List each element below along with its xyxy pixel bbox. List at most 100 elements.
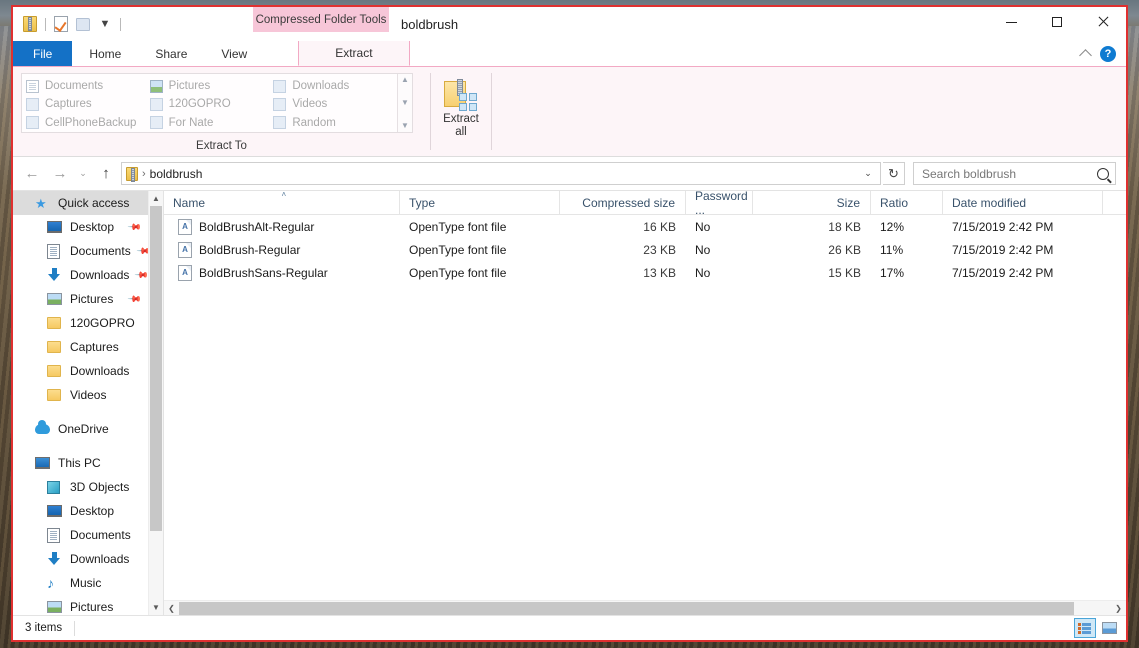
onedrive-cloud-icon [35, 420, 51, 437]
extract-to-item[interactable]: Videos [273, 95, 397, 113]
sidebar-item-this-pc[interactable]: This PC [13, 451, 148, 475]
extract-to-item-label: Captures [45, 98, 92, 111]
tab-home[interactable]: Home [72, 41, 138, 66]
view-mode-buttons [1074, 618, 1120, 638]
search-icon[interactable] [1097, 167, 1109, 180]
extract-to-gallery[interactable]: Documents Pictures Downloads Captures 120GOP… [21, 73, 413, 133]
sidebar-item-documents[interactable]: Documents [13, 523, 148, 547]
cell-password: No [695, 242, 711, 257]
up-button[interactable]: ↑ [93, 161, 119, 187]
extract-all-button[interactable]: Extract all [431, 73, 491, 139]
extract-to-item[interactable]: Documents [26, 77, 150, 95]
hscroll-right-icon[interactable]: ❯ [1111, 604, 1126, 613]
search-input[interactable] [920, 165, 1097, 182]
column-header-type[interactable]: Type [400, 191, 560, 214]
collapse-ribbon-icon[interactable] [1079, 49, 1092, 62]
maximize-button[interactable] [1034, 7, 1080, 37]
sidebar-item-120gopro[interactable]: 120GOPRO [13, 311, 148, 335]
contextual-tab-group-header: Compressed Folder Tools [253, 7, 389, 32]
hscroll-track[interactable] [179, 601, 1111, 616]
horizontal-scrollbar[interactable]: ❮ ❯ [164, 600, 1126, 615]
extract-to-item[interactable]: Pictures [149, 77, 274, 95]
sidebar-item-videos[interactable]: Videos [13, 383, 148, 407]
pin-icon[interactable]: 📌 [127, 219, 142, 235]
details-view-button[interactable] [1074, 618, 1096, 638]
cell-name: BoldBrush-Regular [164, 241, 400, 258]
column-header-compressed-size[interactable]: Compressed size [560, 191, 686, 214]
cell-ratio: 17% [880, 265, 905, 280]
pictures-icon [149, 79, 163, 93]
sidebar-item-quick-access[interactable]: ★ Quick access [13, 191, 148, 215]
nav-scroll-up-icon[interactable]: ▲ [149, 191, 163, 206]
table-row[interactable]: BoldBrushSans-Regular OpenType font file 1… [164, 261, 1126, 284]
extract-to-item[interactable]: Downloads [273, 77, 397, 95]
minimize-button[interactable] [988, 7, 1034, 37]
column-header-password-[interactable]: Password ... [686, 189, 753, 217]
help-icon[interactable]: ? [1100, 45, 1116, 62]
sidebar-item-downloads[interactable]: Downloads 📌 [13, 263, 150, 287]
refresh-button[interactable]: ↻ [883, 162, 905, 185]
sidebar-item-downloads[interactable]: Downloads [13, 547, 148, 571]
customize-dropdown-icon[interactable]: ▼ [94, 13, 116, 35]
gallery-more-icon[interactable]: ▼ [401, 122, 409, 130]
sidebar-item-3d-objects[interactable]: 3D Objects [13, 475, 148, 499]
sidebar-item-onedrive[interactable]: OneDrive [13, 417, 148, 441]
sidebar-item-desktop[interactable]: Desktop [13, 499, 148, 523]
tab-share[interactable]: Share [138, 41, 204, 66]
sidebar-item-pictures[interactable]: Pictures [13, 595, 148, 615]
tab-file[interactable]: File [13, 41, 73, 66]
close-button[interactable] [1080, 7, 1126, 37]
table-row[interactable]: BoldBrush-Regular OpenType font file 23 KB… [164, 238, 1126, 261]
folder-icon [273, 97, 287, 111]
search-box[interactable] [913, 162, 1116, 185]
tab-view[interactable]: View [204, 41, 264, 66]
sidebar-item-label: Pictures [70, 292, 114, 306]
cell-type: OpenType font file [409, 265, 507, 280]
tab-extract[interactable]: Extract [298, 41, 410, 66]
extract-to-item[interactable]: 120GOPRO [149, 95, 274, 113]
sidebar-item-pictures[interactable]: Pictures 📌 [13, 287, 148, 311]
quick-access-toolbar: ▼ [13, 7, 125, 41]
sidebar-item-downloads[interactable]: Downloads [13, 359, 148, 383]
nav-scroll-thumb[interactable] [150, 206, 162, 531]
zip-folder-icon[interactable] [19, 13, 41, 35]
hscroll-thumb[interactable] [179, 601, 1074, 615]
extract-to-item[interactable]: Random [273, 114, 397, 132]
gallery-scroll-down-icon[interactable]: ▼ [401, 99, 409, 107]
address-dropdown-icon[interactable]: ⌄ [860, 168, 876, 179]
file-name-label: BoldBrushSans-Regular [199, 265, 328, 280]
gallery-scrollbar[interactable]: ▲ ▼ ▼ [397, 74, 412, 132]
column-header-row: Name ˄ Type Compressed size Password ... Size… [164, 189, 1126, 217]
sidebar-item-documents[interactable]: Documents 📌 [13, 239, 151, 263]
extract-to-item[interactable]: For Nate [149, 114, 274, 132]
folder-icon [273, 116, 287, 130]
folder-icon [26, 97, 39, 111]
breadcrumb-current[interactable]: boldbrush [150, 167, 203, 181]
gallery-scroll-up-icon[interactable]: ▲ [401, 76, 409, 84]
new-folder-icon[interactable] [72, 13, 94, 35]
large-icons-view-button[interactable] [1098, 618, 1120, 638]
column-header-name[interactable]: Name ˄ [164, 190, 400, 214]
sidebar-item-music[interactable]: ♪ Music [13, 571, 148, 595]
table-row[interactable]: BoldBrushAlt-Regular OpenType font file 16… [164, 215, 1126, 238]
breadcrumb-separator[interactable]: › [142, 168, 146, 180]
qat-divider [45, 17, 46, 31]
navigation-scrollbar[interactable]: ▲ ▼ [148, 191, 163, 615]
properties-icon[interactable] [50, 13, 72, 35]
forward-button[interactable]: → [47, 161, 73, 187]
cell-date-modified: 7/15/2019 2:42 PM [952, 242, 1054, 257]
sidebar-item-desktop[interactable]: Desktop 📌 [13, 215, 148, 239]
pin-icon[interactable]: 📌 [127, 291, 142, 307]
column-header-date-modified[interactable]: Date modified [943, 191, 1103, 214]
extract-to-item[interactable]: Captures [26, 95, 150, 113]
column-header-size[interactable]: Size [753, 191, 871, 214]
extract-to-item[interactable]: CellPhoneBackup [26, 114, 150, 132]
recent-locations-button[interactable]: ⌄ [75, 161, 91, 187]
sidebar-item-captures[interactable]: Captures [13, 335, 148, 359]
sidebar-item-label: Music [70, 576, 102, 590]
nav-scroll-down-icon[interactable]: ▼ [149, 600, 163, 615]
hscroll-left-icon[interactable]: ❮ [164, 604, 179, 613]
back-button[interactable]: ← [19, 161, 45, 187]
column-header-ratio[interactable]: Ratio [871, 191, 943, 214]
address-breadcrumb-box[interactable]: › boldbrush ⌄ [121, 162, 881, 185]
